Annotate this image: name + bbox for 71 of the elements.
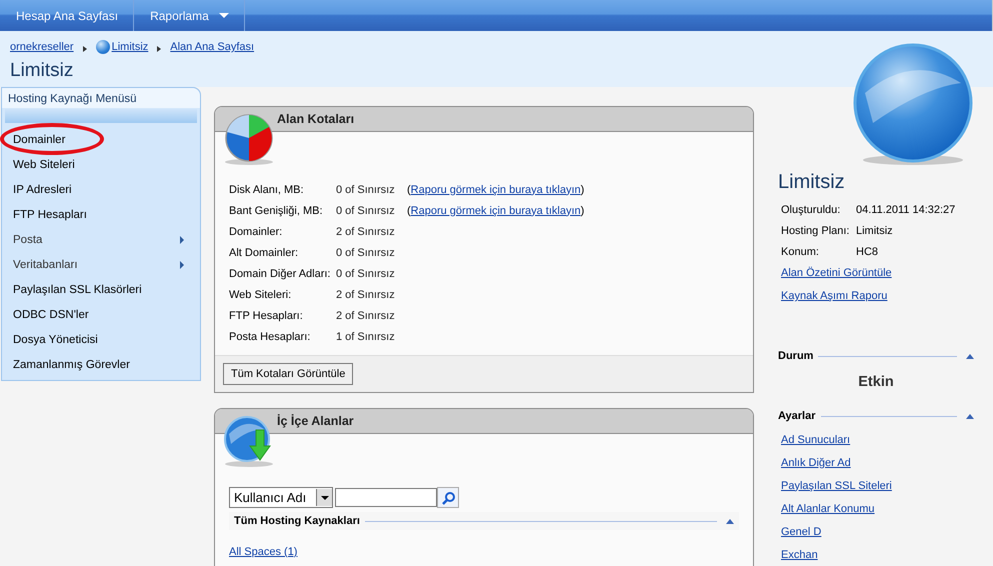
sidebar-item[interactable]: Paylaşılan SSL Klasörleri <box>2 277 200 302</box>
details-link[interactable]: Alan Özetini Görüntüle <box>781 267 892 279</box>
breadcrumb-link[interactable]: Limitsiz <box>96 40 148 54</box>
sidebar-item[interactable]: ODBC DSN'ler <box>2 302 200 327</box>
collapse-icon[interactable] <box>966 354 974 358</box>
quota-label: Domainler: <box>229 226 284 238</box>
search-button[interactable] <box>437 487 459 508</box>
search-field[interactable] <box>335 488 437 507</box>
parenthesis: ) <box>580 184 584 196</box>
quota-label: Disk Alanı, MB: <box>229 184 305 196</box>
globe-icon <box>96 40 110 54</box>
all-spaces-link[interactable]: All Spaces (1) <box>229 546 298 558</box>
sidebar-item[interactable]: Zamanlanmış Görevler <box>2 352 200 377</box>
quota-value: 1 of Sınırsız <box>336 330 396 342</box>
breadcrumb-link[interactable]: ornekreseller <box>10 41 74 53</box>
separator-icon <box>82 46 87 52</box>
quota-label: Posta Hesapları: <box>229 330 312 342</box>
parenthesis: ) <box>580 204 584 216</box>
report-link[interactable]: Raporu görmek için buraya tıklayın <box>410 204 581 216</box>
section-title: Ayarlar <box>778 410 816 422</box>
settings-link[interactable]: Paylaşılan SSL Siteleri <box>781 480 892 492</box>
sidebar-item[interactable]: Domainler <box>2 127 200 152</box>
quota-value: 0 of Sınırsız <box>336 184 396 196</box>
search-by-dropdown[interactable]: Kullanıcı Adı <box>229 487 333 508</box>
sidebar-item[interactable]: IP Adresleri <box>2 177 200 202</box>
quota-label: Bant Genişliği, MB: <box>229 204 324 216</box>
quota-value: 2 of Sınırsız <box>336 310 396 322</box>
space-title: Limitsiz <box>778 171 846 194</box>
separator-icon <box>157 46 162 52</box>
page-title: Limitsiz <box>10 60 74 82</box>
quota-value: 2 of Sınırsız <box>336 288 396 300</box>
status-value: Etkin <box>857 374 895 390</box>
quota-value: 0 of Sınırsız <box>336 204 396 216</box>
sidebar-item[interactable]: Web Siteleri <box>2 152 200 177</box>
panel-title: Alan Kotaları <box>277 112 354 126</box>
section-title: Durum <box>778 350 814 362</box>
breadcrumb-link[interactable]: Alan Ana Sayfası <box>170 41 254 53</box>
sidebar-title: Hosting Kaynağı Menüsü <box>2 88 200 108</box>
field-value: Limitsiz <box>856 224 893 236</box>
settings-link[interactable]: Ad Sunucuları <box>781 434 850 446</box>
field-label: Hosting Planı: <box>781 224 850 236</box>
view-all-quotas-button[interactable]: Tüm Kotaları Görüntüle <box>223 363 354 385</box>
collapse-icon[interactable] <box>966 414 974 418</box>
settings-link[interactable]: Anlık Diğer Ad <box>781 456 851 468</box>
field-label: Oluşturuldu: <box>781 204 842 216</box>
quota-label: Web Siteleri: <box>229 288 292 300</box>
field-value: 04.11.2011 14:32:27 <box>856 204 956 216</box>
settings-link[interactable]: Alt Alanlar Konumu <box>781 502 875 514</box>
sidebar-item[interactable]: Posta <box>2 227 200 252</box>
report-link[interactable]: Raporu görmek için buraya tıklayın <box>410 184 581 196</box>
quota-label: FTP Hesapları: <box>229 310 304 322</box>
quota-value: 0 of Sınırsız <box>336 246 396 258</box>
caret-icon <box>218 13 229 18</box>
settings-link[interactable]: Exchan <box>781 548 818 560</box>
sidebar-item[interactable]: Veritabanları <box>2 252 200 277</box>
field-value: HC8 <box>856 246 878 258</box>
quota-label: Domain Diğer Adları: <box>229 268 332 280</box>
quota-label: Alt Domainler: <box>229 246 300 258</box>
field-label: Konum: <box>781 246 820 258</box>
sidebar-item[interactable]: FTP Hesapları <box>2 202 200 227</box>
panel-title: İç İçe Alanlar <box>277 414 354 428</box>
quota-value: 0 of Sınırsız <box>336 268 396 280</box>
collapse-icon[interactable] <box>726 518 734 524</box>
section-title: Tüm Hosting Kaynakları <box>234 515 360 527</box>
settings-link[interactable]: Genel D <box>781 526 822 538</box>
quota-value: 2 of Sınırsız <box>336 226 396 238</box>
parenthesis: ( <box>407 184 411 196</box>
details-link[interactable]: Kaynak Aşımı Raporu <box>781 290 888 302</box>
search-icon <box>441 490 455 504</box>
parenthesis: ( <box>407 204 411 216</box>
sidebar-item[interactable]: Dosya Yöneticisi <box>2 327 200 352</box>
